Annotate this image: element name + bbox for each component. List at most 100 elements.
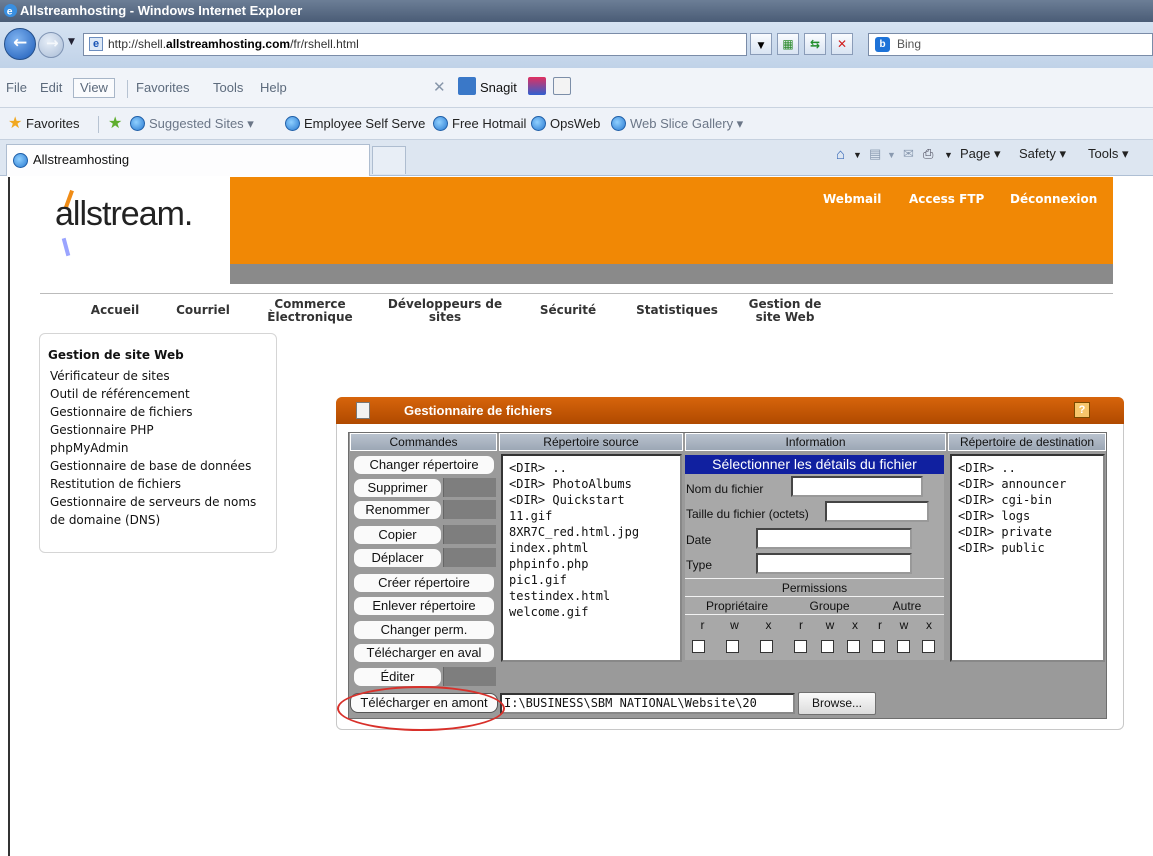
list-item[interactable]: <DIR> ..	[958, 460, 1097, 476]
nav-gestion-site-web[interactable]: Gestion de site Web	[740, 298, 830, 324]
perm-checkbox[interactable]	[760, 640, 773, 653]
sidebar-item-referencement[interactable]: Outil de référencement	[48, 385, 268, 403]
sidebar-item-verificateur[interactable]: Vérificateur de sites	[48, 367, 268, 385]
forward-button[interactable]: →	[38, 32, 64, 58]
nav-courriel[interactable]: Courriel	[167, 304, 239, 317]
search-box[interactable]: b Bing	[868, 33, 1153, 56]
home-dropdown-icon[interactable]: ▼	[853, 150, 862, 160]
perm-checkbox[interactable]	[821, 640, 834, 653]
back-button[interactable]: ←	[4, 28, 36, 60]
type-field[interactable]	[756, 553, 912, 574]
nav-accueil[interactable]: Accueil	[80, 304, 150, 317]
list-item[interactable]: <DIR> cgi-bin	[958, 492, 1097, 508]
sidebar-item-phpmyadmin[interactable]: phpMyAdmin	[48, 439, 268, 457]
list-item[interactable]: <DIR> public	[958, 540, 1097, 556]
address-dropdown-button[interactable]: ▼	[750, 33, 772, 55]
list-item[interactable]: <DIR> ..	[509, 460, 674, 476]
list-item[interactable]: 11.gif	[509, 508, 674, 524]
menu-favorites[interactable]: Favorites	[136, 80, 189, 95]
stop-button[interactable]: ✕	[831, 33, 853, 55]
page-menu[interactable]: Page ▾	[960, 146, 1001, 162]
deconnexion-link[interactable]: Déconnexion	[1010, 192, 1097, 206]
webmail-link[interactable]: Webmail	[823, 192, 881, 206]
print-dropdown-icon[interactable]: ▼	[944, 150, 953, 160]
source-file-list[interactable]: <DIR> .. <DIR> PhotoAlbums <DIR> Quickst…	[501, 454, 682, 662]
upload-file-path-field[interactable]: I:\BUSINESS\SBM NATIONAL\Website\20	[500, 693, 795, 714]
list-item[interactable]: 8XR7C_red.html.jpg	[509, 524, 674, 540]
perm-checkbox[interactable]	[692, 640, 705, 653]
destination-file-list[interactable]: <DIR> .. <DIR> announcer <DIR> cgi-bin <…	[950, 454, 1105, 662]
menu-help[interactable]: Help	[260, 80, 287, 95]
safety-menu[interactable]: Safety ▾	[1019, 146, 1066, 162]
filesize-field[interactable]	[825, 501, 929, 522]
help-icon[interactable]: ?	[1074, 402, 1090, 418]
nav-developpeurs-de-sites[interactable]: Développeurs de sites	[381, 298, 509, 324]
list-item[interactable]: <DIR> Quickstart	[509, 492, 674, 508]
list-item[interactable]: pic1.gif	[509, 572, 674, 588]
perm-checkbox[interactable]	[922, 640, 935, 653]
fav-employee-self-serve[interactable]: Employee Self Serve	[304, 116, 425, 131]
mail-icon[interactable]: ✉	[903, 146, 914, 162]
nav-statistiques[interactable]: Statistiques	[631, 304, 723, 317]
feeds-icon[interactable]: ▤	[869, 146, 881, 162]
telecharger-en-aval-button[interactable]: Télécharger en aval	[353, 643, 495, 663]
add-favorite-icon[interactable]: ★	[108, 113, 122, 133]
close-toolbar-icon[interactable]: ✕	[433, 78, 446, 96]
enlever-repertoire-button[interactable]: Enlever répertoire	[353, 596, 495, 616]
menu-view[interactable]: View	[73, 78, 115, 98]
refresh-button[interactable]: ⇆	[804, 33, 826, 55]
perm-checkbox[interactable]	[794, 640, 807, 653]
sidebar-item-gestionnaire-php[interactable]: Gestionnaire PHP	[48, 421, 268, 439]
nav-commerce-electronique[interactable]: Commerce Èlectronique	[265, 298, 355, 324]
list-item[interactable]: <DIR> announcer	[958, 476, 1097, 492]
date-field[interactable]	[756, 528, 912, 549]
feeds-dropdown-icon[interactable]: ▼	[887, 150, 896, 160]
sidebar-item-restitution[interactable]: Restitution de fichiers	[48, 475, 268, 493]
filename-field[interactable]	[791, 476, 923, 497]
new-tab-button[interactable]	[372, 146, 406, 174]
perm-checkbox[interactable]	[897, 640, 910, 653]
fav-opsweb[interactable]: OpsWeb	[550, 116, 600, 131]
nav-securite[interactable]: Sécurité	[528, 304, 608, 317]
changer-repertoire-button[interactable]: Changer répertoire	[353, 455, 495, 475]
menu-tools[interactable]: Tools	[213, 80, 243, 95]
telecharger-en-amont-button[interactable]: Télécharger en amont	[350, 693, 498, 713]
copier-button[interactable]: Copier	[353, 525, 442, 545]
print-icon[interactable]: ⎙	[923, 146, 933, 162]
snagit-open-icon[interactable]	[553, 77, 571, 95]
access-ftp-link[interactable]: Access FTP	[909, 192, 984, 206]
sidebar-item-base-donnees[interactable]: Gestionnaire de base de données	[48, 457, 268, 475]
list-item[interactable]: welcome.gif	[509, 604, 674, 620]
sidebar-item-dns-cont[interactable]: de domaine (DNS)	[48, 511, 268, 529]
fav-suggested-sites[interactable]: Suggested Sites ▾	[149, 116, 254, 132]
list-item[interactable]: <DIR> PhotoAlbums	[509, 476, 674, 492]
renommer-button[interactable]: Renommer	[353, 500, 442, 520]
tab-allstreamhosting[interactable]: Allstreamhosting	[6, 144, 370, 176]
snagit-label[interactable]: Snagit	[480, 80, 517, 95]
favorites-button[interactable]: Favorites	[26, 116, 79, 131]
menu-edit[interactable]: Edit	[40, 80, 62, 95]
perm-checkbox[interactable]	[872, 640, 885, 653]
perm-checkbox[interactable]	[726, 640, 739, 653]
address-bar[interactable]: e http://shell.allstreamhosting.com/fr/r…	[83, 33, 747, 56]
allstream-logo[interactable]: allstream.	[55, 195, 193, 234]
list-item[interactable]: phpinfo.php	[509, 556, 674, 572]
supprimer-button[interactable]: Supprimer	[353, 478, 442, 498]
history-dropdown-icon[interactable]: ▼	[68, 37, 75, 47]
sidebar-item-dns[interactable]: Gestionnaire de serveurs de noms	[48, 493, 268, 511]
list-item[interactable]: <DIR> private	[958, 524, 1097, 540]
compatibility-view-button[interactable]: ▦	[777, 33, 799, 55]
snagit-capture-icon[interactable]	[528, 77, 546, 95]
tools-menu[interactable]: Tools ▾	[1088, 146, 1129, 162]
list-item[interactable]: testindex.html	[509, 588, 674, 604]
browse-button[interactable]: Browse...	[798, 692, 876, 715]
fav-free-hotmail[interactable]: Free Hotmail	[452, 116, 526, 131]
list-item[interactable]: <DIR> logs	[958, 508, 1097, 524]
changer-perm-button[interactable]: Changer perm.	[353, 620, 495, 640]
home-icon[interactable]: ⌂	[836, 146, 845, 163]
editer-button[interactable]: Éditer	[353, 667, 442, 687]
sidebar-item-gestionnaire-fichiers[interactable]: Gestionnaire de fichiers	[48, 403, 268, 421]
deplacer-button[interactable]: Déplacer	[353, 548, 442, 568]
creer-repertoire-button[interactable]: Créer répertoire	[353, 573, 495, 593]
menu-file[interactable]: File	[6, 80, 27, 95]
